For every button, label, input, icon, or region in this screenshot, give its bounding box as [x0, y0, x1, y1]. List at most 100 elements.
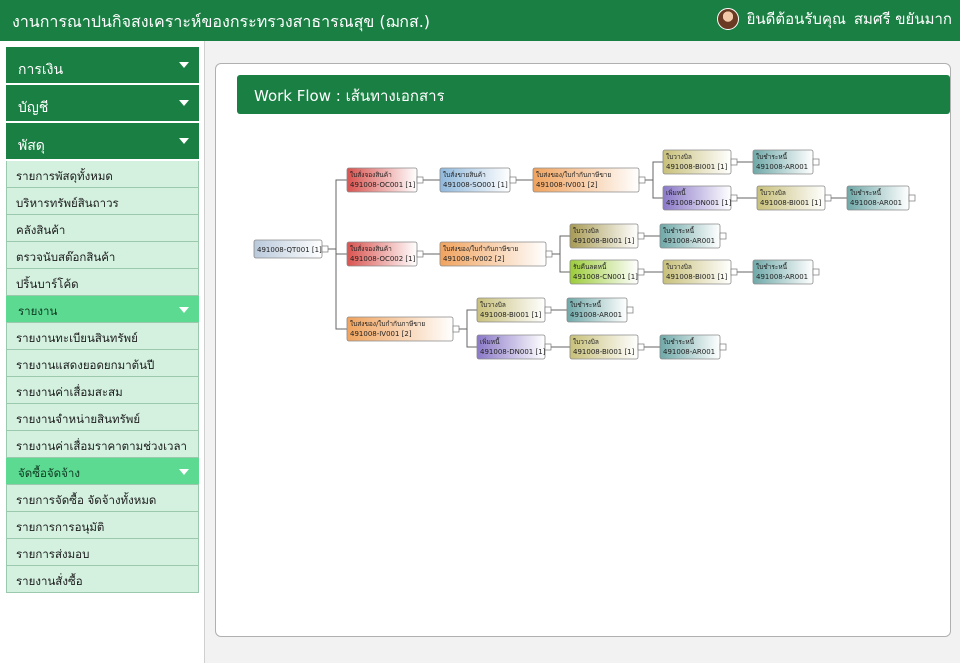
workflow-node-bi1[interactable]: ใบวางบิล 491008-BI001 [1]	[662, 149, 738, 175]
workflow-node-code: 491008-BI001 [1]	[666, 163, 728, 171]
workflow-node-ar6[interactable]: ใบชำระหนี้ 491008-AR001	[659, 334, 727, 360]
workflow-node-oc2[interactable]: ใบสั่งจองสินค้า 491008-OC002 [1]	[346, 241, 424, 267]
workflow-node-ar4[interactable]: ใบชำระหนี้ 491008-AR001	[752, 259, 820, 285]
workflow-node-code: 491008-DN001 [1]	[666, 199, 732, 207]
section-procurement-label: จัดซื้อจัดจ้าง	[18, 466, 80, 480]
collapse-toggle-icon[interactable]	[544, 343, 552, 351]
collapse-toggle-icon[interactable]	[812, 268, 820, 276]
workflow-node-ar2[interactable]: ใบชำระหนี้ 491008-AR001	[846, 185, 916, 211]
workflow-node-title: ใบสั่งจองสินค้า	[350, 244, 392, 253]
section-reports[interactable]: รายงาน	[6, 296, 199, 323]
workflow-node-title: ใบส่งของ/ใบกำกับภาษีขาย	[443, 245, 518, 253]
workflow-node-ar3[interactable]: ใบชำระหนี้ 491008-AR001	[659, 223, 727, 249]
collapse-toggle-icon[interactable]	[452, 325, 460, 333]
user-name[interactable]: สมศรี ขยันมาก	[854, 7, 952, 31]
workflow-node-title: ใบชำระหนี้	[850, 188, 882, 197]
workflow-node-code: 491008-BI001 [1]	[573, 237, 635, 245]
workflow-node-code: 491008-AR001	[570, 311, 622, 319]
menu-finance[interactable]: การเงิน	[6, 47, 199, 85]
sidebar: การเงิน บัญชี พัสดุ รายการพัสดุทั้งหมด บ…	[0, 41, 205, 663]
chevron-down-icon	[179, 138, 189, 144]
workflow-node-bi6[interactable]: ใบวางบิล 491008-BI001 [1]	[569, 334, 645, 360]
sidebar-item-fixed-assets[interactable]: บริหารทรัพย์สินถาวร	[6, 188, 199, 215]
workflow-node-ar1[interactable]: ใบชำระหนี้ 491008-AR001	[752, 149, 820, 175]
collapse-toggle-icon[interactable]	[637, 343, 645, 351]
workflow-node-code: 491008-DN001 [1]	[480, 348, 546, 356]
workflow-node-code: 491008-OC002 [1]	[350, 255, 416, 263]
menu-accounting[interactable]: บัญชี	[6, 85, 199, 123]
collapse-toggle-icon[interactable]	[321, 245, 329, 253]
workflow-node-dn1[interactable]: เพิ่มหนี้ 491008-DN001 [1]	[662, 185, 738, 211]
workflow-edge	[328, 248, 347, 330]
workflow-node-code: 491008-IV001 [2]	[536, 181, 598, 189]
collapse-toggle-icon[interactable]	[730, 194, 738, 202]
workflow-node-iv3[interactable]: ใบส่งของ/ใบกำกับภาษีขาย 491008-IV001 [2]	[346, 316, 460, 342]
workflow-node-so1[interactable]: ใบสั่งขายสินค้า 491008-SO001 [1]	[439, 167, 517, 193]
workflow-node-bi4[interactable]: ใบวางบิล 491008-BI001 [1]	[662, 259, 738, 285]
workflow-node-code: 491008-SO001 [1]	[443, 181, 508, 189]
sidebar-item-accum-depreciation[interactable]: รายงานค่าเสื่อมสะสม	[6, 377, 199, 404]
menu-supplies[interactable]: พัสดุ	[6, 123, 199, 161]
collapse-toggle-icon[interactable]	[730, 158, 738, 166]
collapse-toggle-icon[interactable]	[416, 176, 424, 184]
collapse-toggle-icon[interactable]	[730, 268, 738, 276]
workflow-node-bi2[interactable]: ใบวางบิล 491008-BI001 [1]	[756, 185, 832, 211]
workflow-node-code: 491008-OC001 [1]	[350, 181, 416, 189]
collapse-toggle-icon[interactable]	[509, 176, 517, 184]
workflow-edge	[645, 161, 663, 181]
workflow-node-title: ใบวางบิล	[573, 338, 599, 346]
chevron-down-icon	[179, 100, 189, 106]
collapse-toggle-icon[interactable]	[824, 194, 832, 202]
sidebar-item-asset-register[interactable]: รายงานทะเบียนสินทรัพย์	[6, 323, 199, 350]
collapse-toggle-icon[interactable]	[637, 268, 645, 276]
collapse-toggle-icon[interactable]	[545, 250, 553, 258]
section-procurement[interactable]: จัดซื้อจัดจ้าง	[6, 458, 199, 485]
sidebar-item-stock-count[interactable]: ตรวจนับสต๊อกสินค้า	[6, 242, 199, 269]
section-reports-label: รายงาน	[18, 304, 58, 318]
collapse-toggle-icon[interactable]	[719, 343, 727, 351]
sidebar-item-approvals[interactable]: รายการการอนุมัติ	[6, 512, 199, 539]
sidebar-item-asset-disposal[interactable]: รายงานจำหน่ายสินทรัพย์	[6, 404, 199, 431]
workflow-node-title: ใบชำระหนี้	[663, 337, 695, 346]
workflow-node-iv2[interactable]: ใบส่งของ/ใบกำกับภาษีขาย 491008-IV002 [2]	[439, 241, 553, 267]
workflow-node-ar5[interactable]: ใบชำระหนี้ 491008-AR001	[566, 297, 634, 323]
sidebar-item-deliveries[interactable]: รายการส่งมอบ	[6, 539, 199, 566]
workflow-node-bi3[interactable]: ใบวางบิล 491008-BI001 [1]	[569, 223, 645, 249]
user-area[interactable]: ยินดีต้อนรับคุณ สมศรี ขยันมาก	[716, 7, 952, 31]
sidebar-item-all-procurement[interactable]: รายการจัดซื้อ จัดจ้างทั้งหมด	[6, 485, 199, 512]
collapse-toggle-icon[interactable]	[416, 250, 424, 258]
workflow-node-cn1[interactable]: รับคืนลดหนี้ 491008-CN001 [1]	[569, 259, 645, 285]
collapse-toggle-icon[interactable]	[638, 176, 646, 184]
workflow-node-code: 491008-IV002 [2]	[443, 255, 505, 263]
collapse-toggle-icon[interactable]	[626, 306, 634, 314]
workflow-node-title: ใบวางบิล	[760, 189, 786, 197]
sidebar-item-all-supplies[interactable]: รายการพัสดุทั้งหมด	[6, 161, 199, 188]
avatar[interactable]	[716, 8, 739, 30]
sidebar-item-print-barcode[interactable]: ปริ้นบาร์โค้ด	[6, 269, 199, 296]
collapse-toggle-icon[interactable]	[908, 194, 916, 202]
collapse-toggle-icon[interactable]	[812, 158, 820, 166]
workflow-node-title: ใบส่งของ/ใบกำกับภาษีขาย	[536, 171, 611, 179]
sidebar-menu: การเงิน บัญชี พัสดุ รายการพัสดุทั้งหมด บ…	[6, 47, 199, 593]
collapse-toggle-icon[interactable]	[544, 306, 552, 314]
workflow-node-title: ใบวางบิล	[573, 227, 599, 235]
sidebar-item-depreciation-period[interactable]: รายงานค่าเสื่อมราคาตามช่วงเวลา	[6, 431, 199, 458]
workflow-node-dn2[interactable]: เพิ่มหนี้ 491008-DN001 [1]	[476, 334, 552, 360]
workflow-node-code: 491008-AR001	[663, 237, 715, 245]
workflow-node-iv1[interactable]: ใบส่งของ/ใบกำกับภาษีขาย 491008-IV001 [2]	[532, 167, 646, 193]
workflow-node-title: ใบสั่งขายสินค้า	[443, 170, 486, 179]
workflow-node-code: 491008-BI001 [1]	[480, 311, 542, 319]
collapse-toggle-icon[interactable]	[637, 232, 645, 240]
workflow-node-title: ใบส่งของ/ใบกำกับภาษีขาย	[350, 320, 425, 328]
sidebar-item-opening-balance[interactable]: รายงานแสดงยอดยกมาต้นปี	[6, 350, 199, 377]
collapse-toggle-icon[interactable]	[719, 232, 727, 240]
workflow-node-code: 491008-QT001 [1]	[257, 246, 322, 254]
workflow-node-title: ใบวางบิล	[666, 153, 692, 161]
sidebar-item-warehouse[interactable]: คลังสินค้า	[6, 215, 199, 242]
workflow-edge	[459, 309, 477, 330]
workflow-node-root[interactable]: 491008-QT001 [1]	[253, 239, 329, 259]
workflow-node-bi5[interactable]: ใบวางบิล 491008-BI001 [1]	[476, 297, 552, 323]
sidebar-item-purchase-report[interactable]: รายงานสั่งซื้อ	[6, 566, 199, 593]
workflow-node-oc1[interactable]: ใบสั่งจองสินค้า 491008-OC001 [1]	[346, 167, 424, 193]
workflow-node-title: ใบวางบิล	[480, 301, 506, 309]
